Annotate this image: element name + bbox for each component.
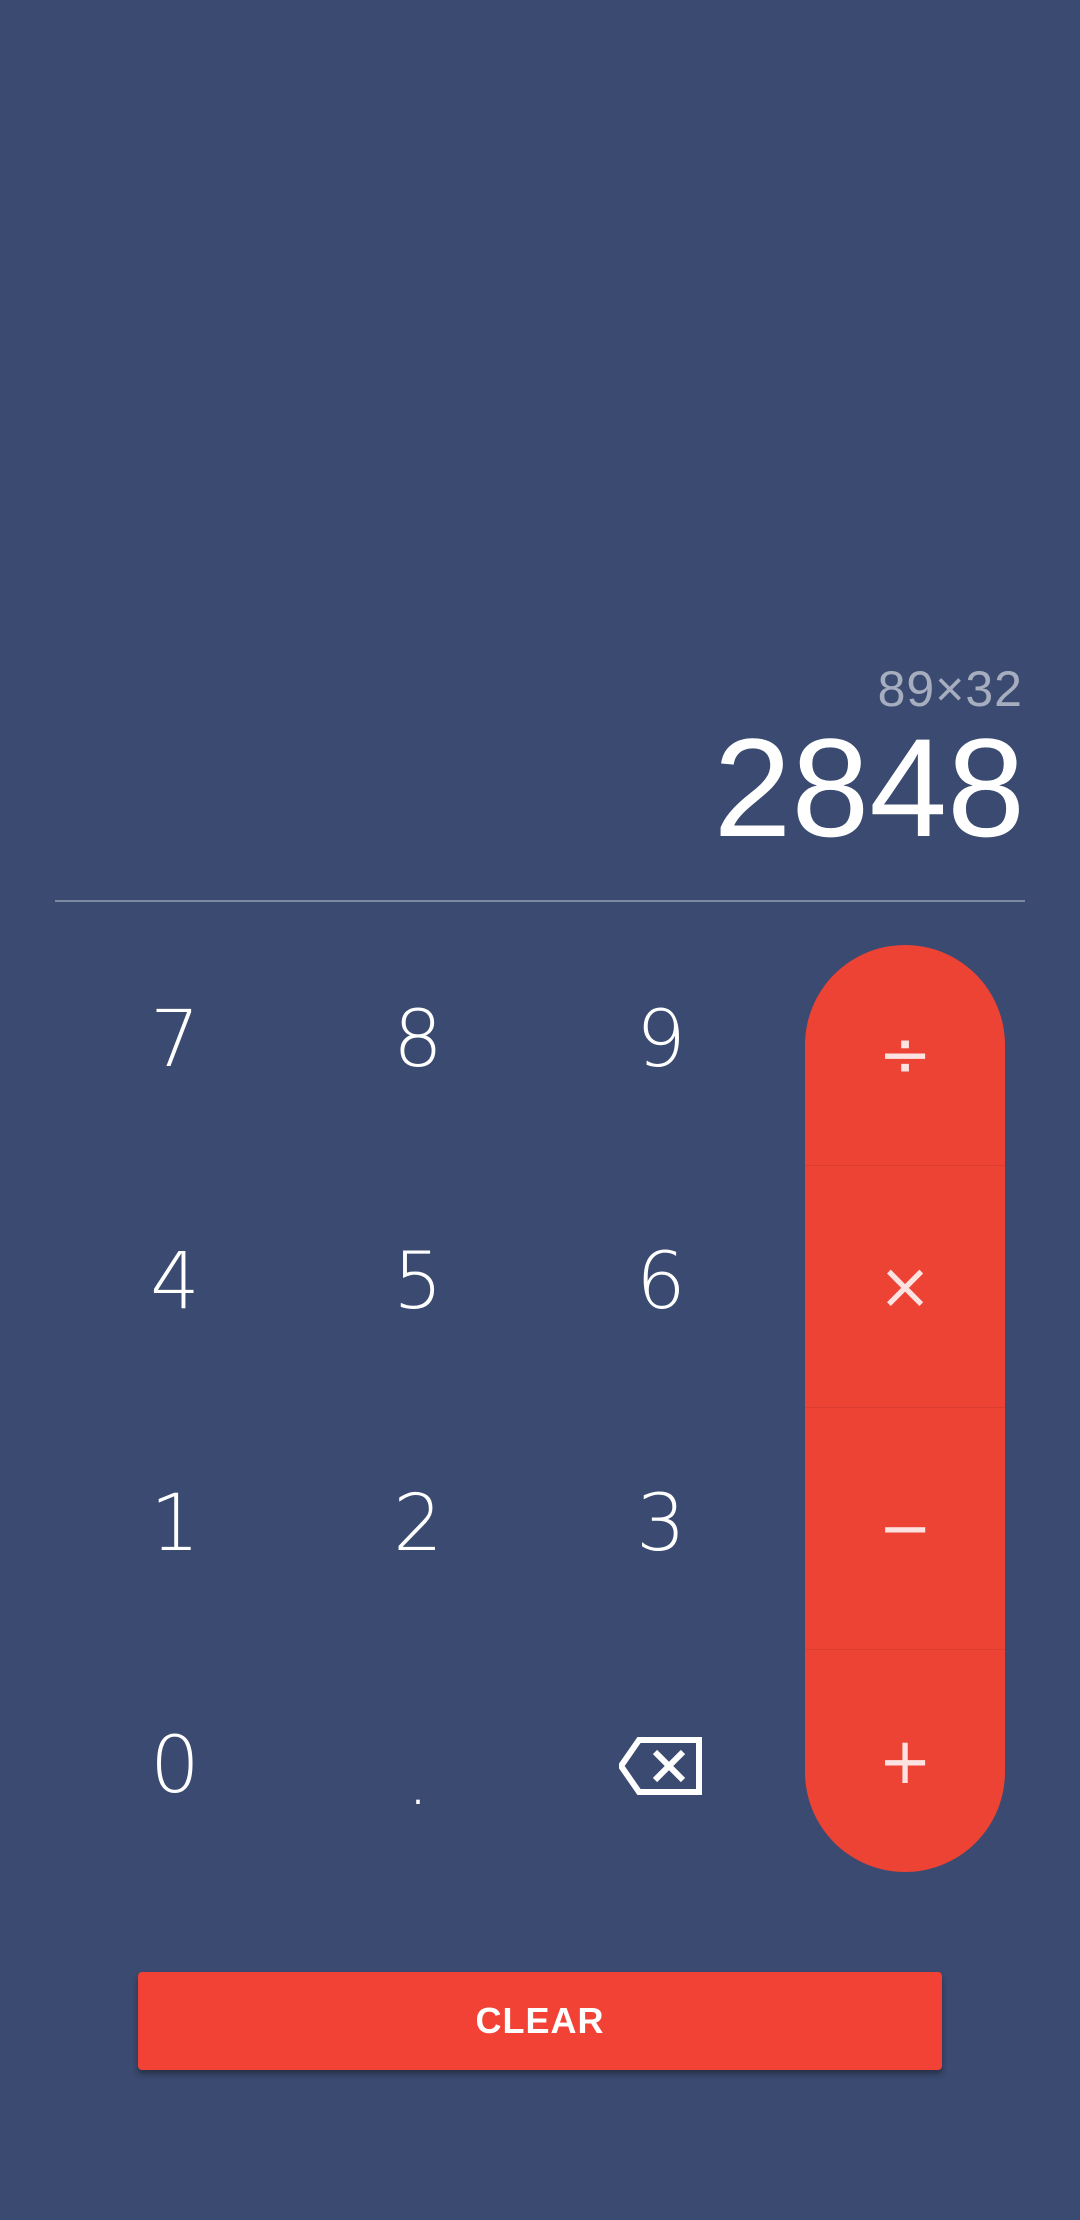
operator-panel: ÷ × − + [805, 945, 1005, 1872]
result-text: 2848 [713, 709, 1025, 866]
multiply-button[interactable]: × [805, 1165, 1005, 1408]
backspace-button[interactable] [541, 1646, 781, 1886]
key-9-label: 9 [636, 995, 686, 1085]
calculator-app: 89×32 2848 7 8 9 4 5 6 1 2 3 0 . ÷ × − +… [0, 0, 1080, 2220]
key-1[interactable]: 1 [55, 1404, 295, 1644]
key-4[interactable]: 4 [55, 1162, 295, 1402]
key-4-label: 4 [150, 1237, 200, 1327]
clear-button[interactable]: CLEAR [138, 1972, 942, 2070]
display-area: 89×32 2848 [55, 640, 1025, 900]
key-3-label: 3 [636, 1479, 686, 1569]
key-9[interactable]: 9 [541, 920, 781, 1160]
minus-button[interactable]: − [805, 1407, 1005, 1650]
plus-label: + [878, 1724, 932, 1799]
key-2[interactable]: 2 [298, 1404, 538, 1644]
display-divider [55, 900, 1025, 902]
key-5-label: 5 [393, 1237, 443, 1327]
key-6[interactable]: 6 [541, 1162, 781, 1402]
key-decimal-label: . [406, 1739, 430, 1821]
key-3[interactable]: 3 [541, 1404, 781, 1644]
divide-button[interactable]: ÷ [805, 945, 1005, 1165]
multiply-label: × [878, 1250, 932, 1324]
minus-label: − [878, 1492, 932, 1566]
key-5[interactable]: 5 [298, 1162, 538, 1402]
key-8-label: 8 [393, 995, 443, 1085]
key-2-label: 2 [393, 1479, 443, 1569]
divide-label: ÷ [878, 1018, 932, 1092]
backspace-icon [619, 1737, 702, 1795]
key-7[interactable]: 7 [55, 920, 295, 1160]
key-6-label: 6 [636, 1237, 686, 1327]
key-7-label: 7 [150, 995, 200, 1085]
key-1-label: 1 [150, 1479, 200, 1569]
key-decimal[interactable]: . [298, 1646, 538, 1886]
key-0-label: 0 [150, 1721, 200, 1811]
key-8[interactable]: 8 [298, 920, 538, 1160]
key-0[interactable]: 0 [55, 1646, 295, 1886]
plus-button[interactable]: + [805, 1649, 1005, 1872]
keypad: 7 8 9 4 5 6 1 2 3 0 . ÷ × − + [55, 920, 1025, 1880]
